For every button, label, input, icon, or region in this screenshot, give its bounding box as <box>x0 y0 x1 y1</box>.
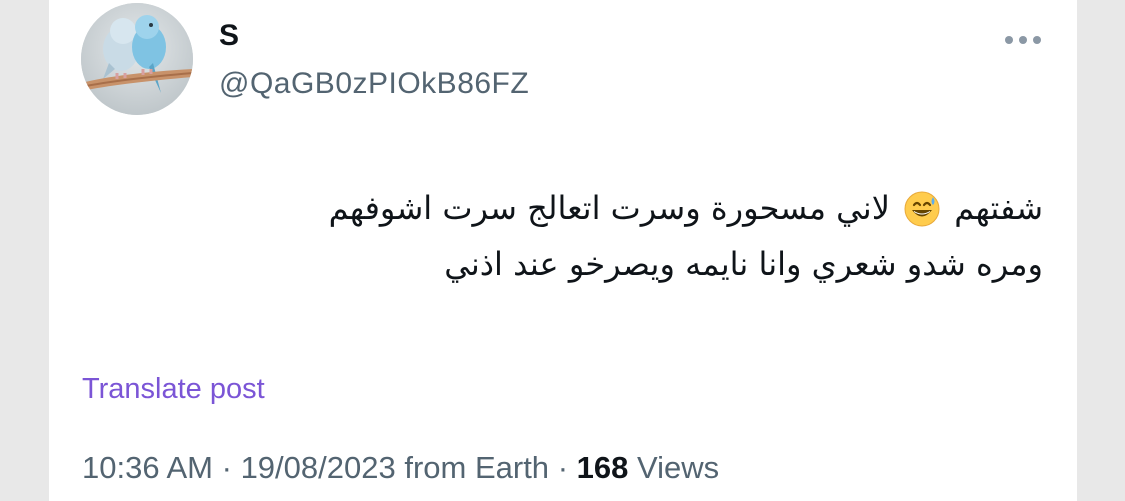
tweet-source: from Earth <box>404 450 550 485</box>
tweet-text: شفتهم لاني مسحورة وسرت اتعالج سرت اشوفهم… <box>143 180 1043 292</box>
handle[interactable]: @QaGB0zPIOkB86FZ <box>219 66 529 102</box>
meta-separator: · <box>221 450 232 485</box>
display-name[interactable]: S <box>219 18 239 54</box>
grinning-face-with-sweat-icon <box>904 188 940 227</box>
parakeets-avatar-icon <box>81 3 193 115</box>
meta-separator-2: · <box>557 450 569 485</box>
tweet-text-part-1: شفتهم <box>954 189 1043 227</box>
tweet-time[interactable]: 10:36 AM <box>82 450 213 485</box>
more-button[interactable] <box>993 24 1053 56</box>
views-count[interactable]: 168 <box>577 450 629 485</box>
views-label[interactable]: Views <box>637 450 719 485</box>
left-margin <box>0 0 49 501</box>
tweet-line-1: شفتهم لاني مسحورة وسرت اتعالج سرت اشوفهم <box>143 180 1043 236</box>
tweet-text-part-2: لاني مسحورة وسرت اتعالج سرت اشوفهم <box>328 189 890 227</box>
tweet-line-2: ومره شدو شعري وانا نايمه ويصرخو عند اذني <box>444 245 1043 283</box>
tweet-date[interactable]: 19/08/2023 <box>241 450 396 485</box>
avatar[interactable] <box>81 3 193 115</box>
tweet-card: S @QaGB0zPIOkB86FZ شفتهم لاني مسحورة وسر… <box>49 0 1077 501</box>
right-margin <box>1077 0 1125 501</box>
more-horizontal-icon <box>1005 36 1041 44</box>
tweet-meta: 10:36 AM · 19/08/2023 from Earth · 168 V… <box>82 450 719 486</box>
translate-post-link[interactable]: Translate post <box>82 371 265 407</box>
